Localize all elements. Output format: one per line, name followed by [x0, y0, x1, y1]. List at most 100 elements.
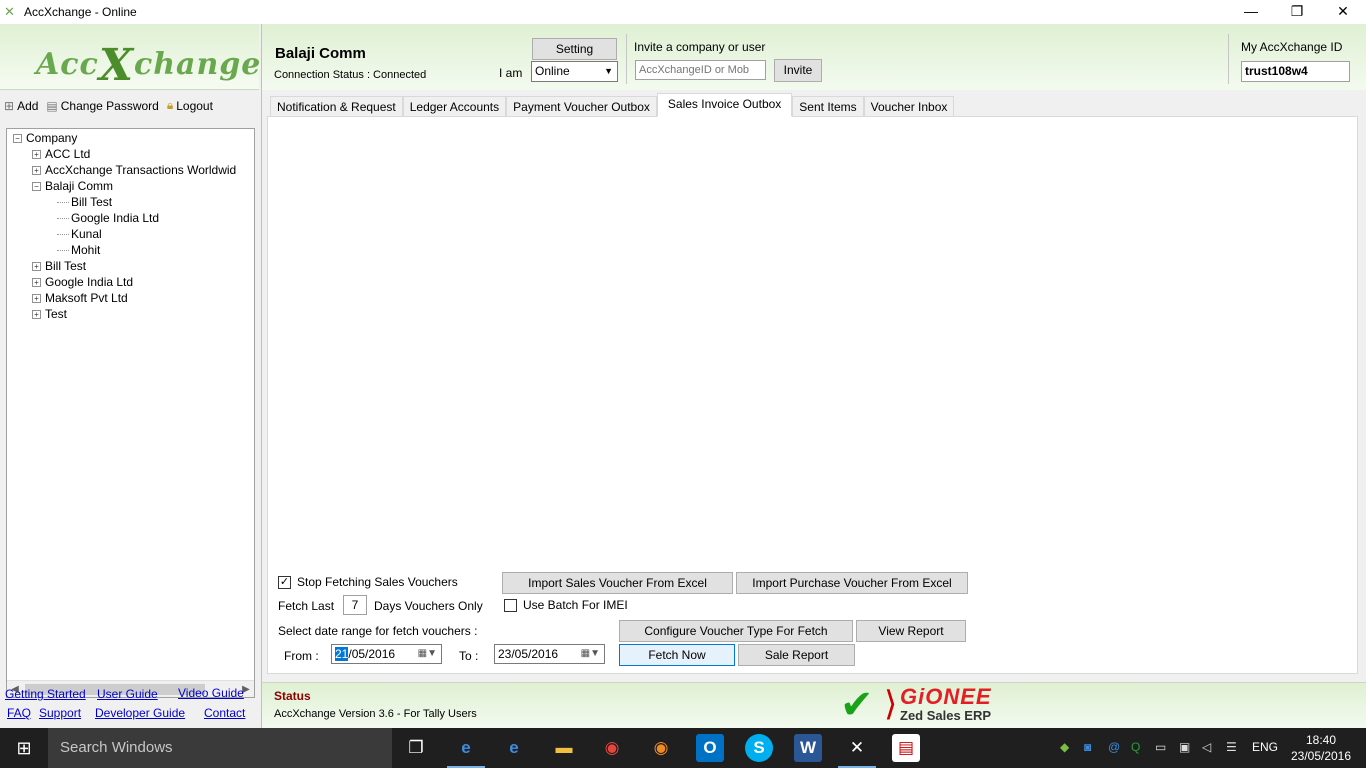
configure-voucher-type-button[interactable]: Configure Voucher Type For Fetch	[619, 620, 853, 642]
contact-link[interactable]: Contact	[204, 706, 245, 720]
language-indicator[interactable]: ENG	[1252, 740, 1278, 754]
tab-ledger-accounts[interactable]: Ledger Accounts	[402, 96, 507, 117]
calendar-dropdown-icon[interactable]: ▦▼	[418, 645, 437, 663]
stop-fetching-checkbox[interactable]: ✓ Stop Fetching Sales Vouchers	[278, 575, 458, 589]
support-link[interactable]: Support	[39, 706, 81, 720]
import-purchase-voucher-button[interactable]: Import Purchase Voucher From Excel	[736, 572, 968, 594]
task-view-icon[interactable]: ❐	[402, 734, 430, 762]
from-date-picker[interactable]: 21/05/2016 ▦▼	[331, 644, 442, 664]
tree-item[interactable]: + Maksoft Pvt Ltd	[7, 290, 254, 306]
view-report-button[interactable]: View Report	[856, 620, 966, 642]
add-button[interactable]: ⊞ Add	[4, 99, 38, 113]
header: Balaji Comm Connection Status : Connecte…	[261, 24, 1366, 90]
tree-item-label: Maksoft Pvt Ltd	[45, 291, 128, 305]
checkbox-unchecked-icon[interactable]	[504, 598, 517, 612]
tray-app-icon[interactable]: ◆	[1060, 740, 1069, 754]
windows-start-icon[interactable]: ⊞	[0, 728, 48, 768]
faq-link[interactable]: FAQ	[7, 706, 31, 720]
restore-button[interactable]: ❐	[1274, 0, 1320, 24]
to-date-picker[interactable]: 23/05/2016 ▦▼	[494, 644, 605, 664]
logo-area: AccXchangeTM	[0, 24, 279, 91]
tree-item[interactable]: − Balaji Comm	[7, 178, 254, 194]
logo-suffix: change	[133, 47, 262, 82]
close-button[interactable]: ✕	[1320, 0, 1366, 24]
setting-button[interactable]: Setting	[532, 38, 617, 60]
accxchange-taskbar-icon[interactable]: ✕	[843, 734, 871, 762]
sale-report-button[interactable]: Sale Report	[738, 644, 855, 666]
document-icon: ▤	[46, 98, 58, 113]
getting-started-link[interactable]: Getting Started	[5, 687, 86, 701]
chrome-icon[interactable]: ◉	[598, 734, 626, 762]
tree-item[interactable]: Google India Ltd	[7, 210, 254, 226]
chevron-down-icon: ▼	[604, 66, 613, 76]
expand-icon[interactable]: +	[32, 310, 41, 320]
use-batch-checkbox[interactable]: Use Batch For IMEI	[504, 598, 628, 612]
expand-icon[interactable]: +	[32, 166, 41, 176]
fetch-now-button[interactable]: Fetch Now	[619, 644, 735, 666]
tray-q-icon[interactable]: Q	[1131, 740, 1140, 754]
tree-item[interactable]: + ACC Ltd	[7, 146, 254, 162]
change-password-label: Change Password	[60, 98, 159, 113]
tree-connector	[57, 218, 69, 220]
collapse-icon[interactable]: −	[13, 134, 22, 144]
notifications-icon[interactable]: ☰	[1226, 740, 1237, 754]
tree-item-label: AccXchange Transactions Worldwid	[45, 163, 237, 177]
logout-button[interactable]: 🔒︎ Logout	[167, 98, 213, 113]
tree-item[interactable]: + Bill Test	[7, 258, 254, 274]
invite-button[interactable]: Invite	[774, 59, 822, 82]
expand-icon[interactable]: +	[32, 278, 41, 288]
tree-connector	[57, 202, 69, 204]
company-tree: − Company + ACC Ltd + AccXchange Transaction…	[6, 128, 255, 698]
tree-item[interactable]: Bill Test	[7, 194, 254, 210]
tray-at-icon[interactable]: @	[1108, 740, 1120, 754]
company-name: Balaji Comm	[275, 45, 366, 62]
tab-notification-request[interactable]: Notification & Request	[270, 96, 403, 117]
tab-sales-invoice-outbox[interactable]: Sales Invoice Outbox	[656, 93, 793, 117]
to-label: To :	[459, 649, 479, 663]
search-windows-box[interactable]: Search Windows	[48, 728, 392, 768]
edge-icon[interactable]: e	[452, 734, 480, 762]
expand-icon[interactable]: +	[32, 262, 41, 272]
online-status-select[interactable]: Online ▼	[531, 61, 618, 82]
file-explorer-icon[interactable]: ▬	[550, 734, 578, 762]
expand-icon[interactable]: +	[32, 294, 41, 304]
tree-item-label: Test	[45, 307, 68, 321]
from-label: From :	[284, 649, 319, 663]
tree-root-label: Company	[26, 131, 78, 145]
tab-sent-items[interactable]: Sent Items	[792, 96, 864, 117]
change-password-button[interactable]: ▤ Change Password	[46, 99, 158, 113]
checkbox-checked-icon[interactable]: ✓	[278, 575, 291, 589]
tab-voucher-inbox[interactable]: Voucher Inbox	[863, 96, 955, 117]
user-guide-link[interactable]: User Guide	[97, 687, 158, 701]
tree-item[interactable]: + Test	[7, 306, 254, 322]
internet-explorer-icon[interactable]: e	[500, 734, 528, 762]
tray-outlook-icon[interactable]: ◙	[1084, 740, 1091, 754]
developer-guide-link[interactable]: Developer Guide	[95, 706, 185, 720]
expand-icon[interactable]: +	[32, 150, 41, 160]
video-guide-link[interactable]: Video Guide	[178, 686, 244, 700]
my-id-field[interactable]: trust108w4	[1241, 61, 1350, 82]
collapse-icon[interactable]: −	[32, 182, 41, 192]
clock[interactable]: 18:40 23/05/2016	[1290, 732, 1352, 764]
invite-input[interactable]	[635, 60, 766, 80]
volume-icon[interactable]: ◁	[1202, 740, 1211, 754]
tally-icon[interactable]: ▤	[892, 734, 920, 762]
tree-item[interactable]: Kunal	[7, 226, 254, 242]
tab-payment-voucher-outbox[interactable]: Payment Voucher Outbox	[506, 96, 657, 117]
calendar-dropdown-icon[interactable]: ▦▼	[581, 645, 600, 663]
skype-icon[interactable]: S	[745, 734, 773, 762]
tree-item[interactable]: + Google India Ltd	[7, 274, 254, 290]
network-icon[interactable]: ▣	[1179, 740, 1190, 754]
tree-item[interactable]: + AccXchange Transactions Worldwid	[7, 162, 254, 178]
word-icon[interactable]: W	[794, 734, 822, 762]
logo-slash-icon: ⟩	[884, 685, 898, 723]
battery-icon[interactable]: ▭	[1155, 740, 1166, 754]
tree-item[interactable]: Mohit	[7, 242, 254, 258]
minimize-button[interactable]: —	[1228, 0, 1274, 24]
tree-root[interactable]: − Company	[7, 130, 254, 146]
fetch-days-input[interactable]: 7	[343, 595, 367, 615]
import-sales-voucher-button[interactable]: Import Sales Voucher From Excel	[502, 572, 733, 594]
outlook-icon[interactable]: O	[696, 734, 724, 762]
firefox-icon[interactable]: ◉	[647, 734, 675, 762]
tree-item-label: ACC Ltd	[45, 147, 91, 161]
